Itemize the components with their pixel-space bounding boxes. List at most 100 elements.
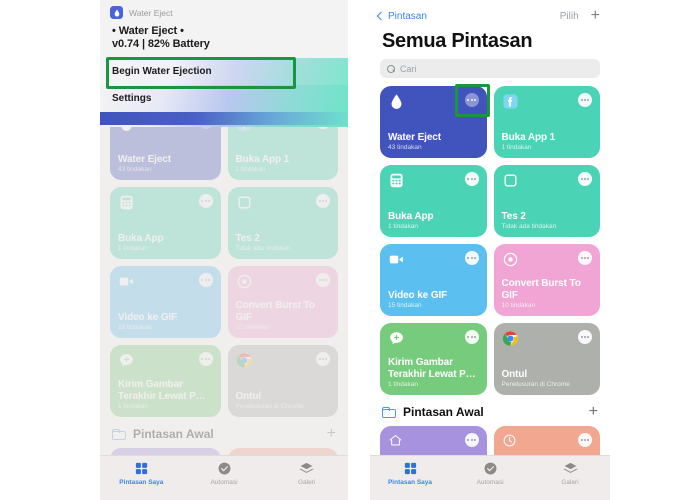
shortcut-card[interactable]: Water Eject 43 tindakan — [380, 86, 487, 158]
more-button[interactable] — [198, 194, 213, 208]
shortcut-card[interactable]: Convert Burst To GIF 10 tindakan — [493, 244, 600, 316]
square-icon — [502, 172, 519, 189]
shortcut-name: Tes 2 — [501, 210, 526, 222]
shortcut-card[interactable]: Convert Burst To GIF 10 tindakan — [227, 266, 338, 338]
facebook-icon — [502, 93, 519, 110]
stack-layers-icon — [562, 461, 578, 476]
plus-icon[interactable]: + — [591, 8, 600, 24]
search-icon — [387, 64, 395, 73]
nav-bar: Pintasan Pilih + — [370, 0, 610, 26]
water-drop-icon — [388, 93, 405, 110]
water-drop-icon — [110, 6, 123, 19]
shortcut-subtitle: Tidak ada tindakan — [235, 245, 291, 252]
shortcut-name: Water Eject — [118, 153, 171, 165]
more-button[interactable] — [464, 330, 479, 344]
shortcut-name: Video ke GIF — [388, 289, 448, 301]
more-button[interactable] — [464, 172, 479, 186]
tab-galeri[interactable]: Galeri — [265, 461, 348, 486]
shortcut-name: Kirim Gambar Terakhir Lewat P… — [388, 357, 476, 380]
shortcut-subtitle: 1 tindakan — [501, 144, 532, 151]
folder-icon — [112, 428, 126, 440]
video-camera-icon — [388, 251, 405, 268]
shortcut-name: Convert Burst To GIF — [235, 300, 315, 323]
shortcut-grid-right: Water Eject 43 tindakan Buka App 11 tindak… — [370, 86, 610, 395]
begin-water-ejection-row[interactable]: Begin Water Ejection — [100, 58, 348, 85]
shortcut-name: Tes 2 — [235, 232, 260, 244]
shortcut-card[interactable]: Buka App 1 tindakan — [110, 187, 221, 259]
folder-name: Pintasan Awal — [133, 427, 214, 441]
plus-icon[interactable]: + — [327, 426, 336, 442]
shortcut-name: Video ke GIF — [118, 311, 178, 323]
calculator-icon — [388, 172, 405, 189]
tab-label: Automasi — [210, 479, 238, 486]
shortcut-subtitle: Penelusuran di Chrome — [501, 381, 570, 388]
widget-line-1: • Water Eject • — [112, 25, 184, 37]
tab-label: Pintasan Saya — [119, 479, 164, 486]
back-button[interactable]: Pintasan — [376, 10, 427, 22]
more-button[interactable] — [316, 273, 330, 287]
more-button[interactable] — [578, 330, 592, 344]
home-icon — [388, 433, 403, 448]
more-button[interactable] — [464, 93, 479, 107]
shortcut-grid-left: Water Eject 43 tindakan Buka App 11 tindak… — [100, 108, 348, 417]
tab-label: Pintasan Saya — [387, 479, 433, 486]
more-button[interactable] — [316, 352, 330, 366]
shortcut-card[interactable]: Tes 2 Tidak ada tindakan — [227, 187, 338, 259]
widget-line-2: v0.74 | 82% Battery — [112, 38, 210, 50]
more-button[interactable] — [464, 433, 479, 447]
more-button[interactable] — [464, 251, 479, 265]
shortcut-name: Buka App 1 — [501, 131, 556, 143]
tab-pintasan-saya[interactable]: Pintasan Saya — [370, 461, 450, 486]
shortcut-subtitle: 15 tindakan — [118, 324, 152, 331]
tab-galeri[interactable]: Galeri — [530, 461, 610, 486]
shortcut-card[interactable]: Buka App 1 tindakan — [380, 165, 487, 237]
tab-automasi[interactable]: Automasi — [183, 461, 266, 486]
left-phone-panel: Water Eject 43 tindakan Buka App 11 tindak… — [100, 0, 348, 500]
shortcut-card[interactable]: Video ke GIF 15 tindakan — [110, 266, 221, 338]
more-button[interactable] — [316, 194, 330, 208]
automation-icon — [483, 461, 498, 476]
shortcut-card[interactable]: Video ke GIF 15 tindakan — [380, 244, 487, 316]
more-button[interactable] — [578, 93, 592, 107]
shortcut-card[interactable]: Ontul Penelusuran di Chrome — [227, 345, 338, 417]
widget-app-name: Water Eject — [129, 7, 173, 18]
tab-label: Automasi — [476, 479, 504, 486]
tab-automasi[interactable]: Automasi — [450, 461, 530, 486]
plus-icon[interactable]: + — [589, 404, 598, 420]
shortcut-subtitle: 1 tindakan — [118, 403, 148, 410]
shortcut-card[interactable]: Ontul Penelusuran di Chrome — [493, 323, 600, 395]
shortcut-subtitle: 1 tindakan — [388, 381, 418, 388]
search-input[interactable]: Cari — [400, 64, 417, 74]
back-label: Pintasan — [388, 10, 427, 22]
select-button[interactable]: Pilih — [560, 11, 579, 22]
more-button[interactable] — [578, 172, 592, 186]
water-eject-widget: Water Eject • Water Eject • v0.74 | 82% … — [100, 0, 348, 127]
more-button[interactable] — [198, 273, 213, 287]
shortcut-card[interactable]: Tes 2 Tidak ada tindakan — [493, 165, 600, 237]
settings-row[interactable]: Settings — [100, 85, 348, 112]
shortcut-card[interactable]: Kirim Gambar Terakhir Lewat P… 1 tindakan — [110, 345, 221, 417]
shortcut-subtitle: 1 tindakan — [118, 245, 148, 252]
shortcut-subtitle: 10 tindakan — [501, 302, 536, 309]
stack-layers-icon — [299, 461, 314, 476]
more-button[interactable] — [578, 433, 592, 447]
tab-bar-right: Pintasan Saya Automasi Galeri — [370, 455, 610, 500]
message-plus-icon — [388, 330, 405, 347]
tab-pintasan-saya[interactable]: Pintasan Saya — [100, 461, 183, 486]
more-button[interactable] — [198, 352, 213, 366]
chevron-left-icon — [376, 11, 386, 21]
more-button[interactable] — [578, 251, 592, 265]
page-title: Semua Pintasan — [382, 30, 533, 52]
shortcut-subtitle: 1 tindakan — [235, 166, 266, 173]
shortcut-subtitle: 1 tindakan — [388, 223, 418, 230]
shortcut-name: Buka App — [118, 232, 164, 244]
shortcut-subtitle: Penelusuran di Chrome — [235, 403, 304, 410]
folder-name: Pintasan Awal — [403, 405, 484, 419]
tab-bar-left: Pintasan Saya Automasi Galeri — [100, 455, 348, 500]
shortcut-card[interactable]: Buka App 11 tindakan — [493, 86, 600, 158]
shortcut-name: Ontul — [501, 368, 528, 380]
widget-body: • Water Eject • v0.74 | 82% Battery — [100, 23, 348, 58]
shortcut-card[interactable]: Kirim Gambar Terakhir Lewat P… 1 tindakan — [380, 323, 487, 395]
search-bar[interactable]: Cari — [380, 59, 600, 78]
widget-header: Water Eject — [100, 0, 348, 23]
